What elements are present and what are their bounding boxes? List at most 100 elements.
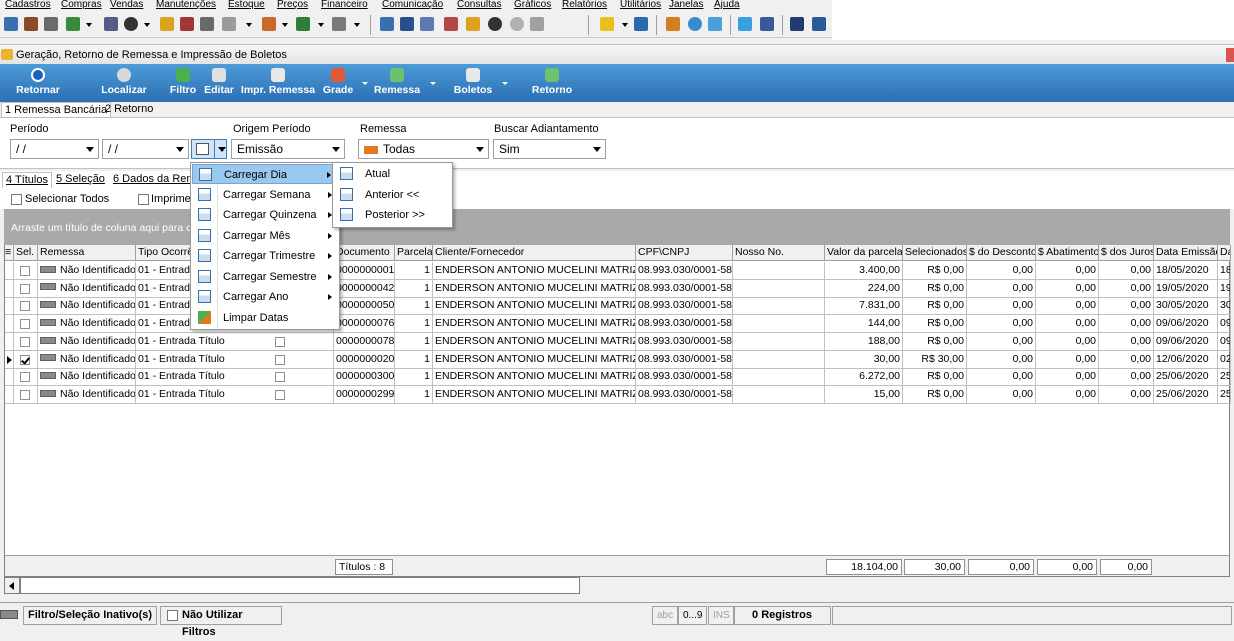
- menu-comunicacao[interactable]: Comunicação: [382, 0, 443, 10]
- row-select-cell[interactable]: [14, 385, 38, 404]
- menu-estoque[interactable]: Estoque: [228, 0, 265, 10]
- cell-remessa[interactable]: Não Identificado: [38, 350, 136, 369]
- cell-tipo[interactable]: 01 - Entrada Título: [136, 368, 334, 387]
- cell-cliente[interactable]: ENDERSON ANTONIO MUCELINI MATRIZ: [433, 385, 636, 404]
- row-select-cell[interactable]: [14, 262, 38, 280]
- cell-cliente[interactable]: ENDERSON ANTONIO MUCELINI MATRIZ: [433, 368, 636, 387]
- chevron-down-icon[interactable]: [86, 147, 94, 152]
- cell-selecionados[interactable]: R$ 0,00: [903, 262, 967, 280]
- row-indicator[interactable]: [5, 315, 14, 334]
- cell-da[interactable]: 19: [1218, 279, 1231, 298]
- cell-emissao[interactable]: 30/05/2020: [1154, 297, 1218, 316]
- menu-compras[interactable]: Compras: [61, 0, 102, 10]
- chevron-down-icon[interactable]: [430, 82, 436, 85]
- shortcut-icon[interactable]: [666, 17, 680, 31]
- cell-cliente[interactable]: ENDERSON ANTONIO MUCELINI MATRIZ: [433, 350, 636, 369]
- cell-juros[interactable]: 0,00: [1099, 315, 1154, 334]
- col-data-emissao[interactable]: Data Emissão: [1154, 245, 1218, 261]
- grade-button[interactable]: Grade: [320, 64, 356, 102]
- cell-emissao[interactable]: 12/06/2020: [1154, 350, 1218, 369]
- cell-abatimento[interactable]: 0,00: [1036, 368, 1099, 387]
- chevron-down-icon[interactable]: [354, 23, 360, 27]
- cell-cliente[interactable]: ENDERSON ANTONIO MUCELINI MATRIZ: [433, 315, 636, 334]
- cell-abatimento[interactable]: 0,00: [1036, 279, 1099, 298]
- monitor-icon[interactable]: [790, 17, 804, 31]
- row-select-cell[interactable]: [14, 332, 38, 351]
- shortcut-icon[interactable]: [124, 17, 138, 31]
- cell-abatimento[interactable]: 0,00: [1036, 332, 1099, 351]
- menu-item-posterior[interactable]: Posterior >>: [334, 205, 451, 225]
- anchor-icon[interactable]: [634, 17, 648, 31]
- cell-juros[interactable]: 0,00: [1099, 279, 1154, 298]
- row-select-cell[interactable]: [14, 350, 38, 369]
- cell-cliente[interactable]: ENDERSON ANTONIO MUCELINI MATRIZ: [433, 332, 636, 351]
- cell-selecionados[interactable]: R$ 0,00: [903, 332, 967, 351]
- cell-remessa[interactable]: Não Identificado: [38, 279, 136, 298]
- cell-emissao[interactable]: 25/06/2020: [1154, 368, 1218, 387]
- menu-item-limpar-datas[interactable]: Limpar Datas: [192, 308, 338, 328]
- adiantamento-select[interactable]: Sim: [493, 139, 606, 159]
- menu-item-carregar-semestre[interactable]: Carregar Semestre: [192, 267, 338, 287]
- cell-da[interactable]: 02: [1218, 350, 1231, 369]
- imprime-row-checkbox[interactable]: [275, 372, 285, 383]
- cell-remessa[interactable]: Não Identificado: [38, 297, 136, 316]
- table-row[interactable]: Não Identificado 01 - Entrada Título 00000…: [5, 368, 1231, 387]
- boletos-button[interactable]: Boletos: [452, 64, 494, 102]
- shortcut-icon[interactable]: [332, 17, 346, 31]
- shortcut-icon[interactable]: [222, 17, 236, 31]
- origem-select[interactable]: Emissão: [231, 139, 345, 159]
- menu-item-carregar-trimestre[interactable]: Carregar Trimestre: [192, 246, 338, 266]
- cell-doc[interactable]: 0000000001: [334, 262, 395, 280]
- col-da[interactable]: Da: [1218, 245, 1231, 261]
- menu-consultas[interactable]: Consultas: [457, 0, 501, 10]
- cell-parcela[interactable]: 1: [395, 297, 433, 316]
- cell-desconto[interactable]: 0,00: [967, 385, 1036, 404]
- cell-nosso[interactable]: [733, 350, 825, 369]
- menu-ajuda[interactable]: Ajuda: [714, 0, 740, 10]
- cell-nosso[interactable]: [733, 315, 825, 334]
- row-indicator[interactable]: [5, 297, 14, 316]
- cell-juros[interactable]: 0,00: [1099, 297, 1154, 316]
- menu-item-carregar-semana[interactable]: Carregar Semana: [192, 185, 338, 205]
- shortcut-icon[interactable]: [160, 17, 174, 31]
- cell-nosso[interactable]: [733, 297, 825, 316]
- cell-desconto[interactable]: 0,00: [967, 279, 1036, 298]
- shortcut-icon[interactable]: [296, 17, 310, 31]
- cell-cnpj[interactable]: 08.993.030/0001-58: [636, 385, 733, 404]
- col-cnpj[interactable]: CPF\CNPJ: [636, 245, 733, 261]
- cell-parcela[interactable]: 1: [395, 332, 433, 351]
- cell-nosso[interactable]: [733, 279, 825, 298]
- cell-abatimento[interactable]: 0,00: [1036, 350, 1099, 369]
- table-row[interactable]: Não Identificado 01 - Entrada Título 00000…: [5, 332, 1231, 351]
- cell-parcela[interactable]: 1: [395, 262, 433, 280]
- cell-desconto[interactable]: 0,00: [967, 315, 1036, 334]
- cell-tipo[interactable]: 01 - Entrada Título: [136, 385, 334, 404]
- cell-remessa[interactable]: Não Identificado: [38, 315, 136, 334]
- shortcut-icon[interactable]: [262, 17, 276, 31]
- cell-juros[interactable]: 0,00: [1099, 385, 1154, 404]
- cell-selecionados[interactable]: R$ 0,00: [903, 297, 967, 316]
- cell-emissao[interactable]: 18/05/2020: [1154, 262, 1218, 280]
- twitter-icon[interactable]: [738, 17, 752, 31]
- shortcut-icon[interactable]: [66, 17, 80, 31]
- shortcut-icon[interactable]: [466, 17, 480, 31]
- cell-da[interactable]: 09: [1218, 332, 1231, 351]
- col-selecionados[interactable]: Selecionados: [903, 245, 967, 261]
- tab-retorno[interactable]: 2 Retorno: [102, 102, 156, 118]
- cell-tipo[interactable]: 01 - Entrada Título: [136, 332, 334, 351]
- col-documento[interactable]: Documento: [334, 245, 395, 261]
- tab-remessa-bancaria[interactable]: 1 Remessa Bancária: [1, 102, 112, 118]
- shortcut-icon[interactable]: [420, 17, 434, 31]
- cell-remessa[interactable]: Não Identificado: [38, 385, 136, 404]
- nao-utilizar-filtros-checkbox[interactable]: [167, 610, 178, 621]
- cell-cnpj[interactable]: 08.993.030/0001-58: [636, 350, 733, 369]
- row-indicator[interactable]: [5, 385, 14, 404]
- shortcut-icon[interactable]: [200, 17, 214, 31]
- cell-emissao[interactable]: 19/05/2020: [1154, 279, 1218, 298]
- table-row[interactable]: Não Identificado 01 - Entrada 0000000076 1 E…: [5, 315, 1231, 334]
- cell-abatimento[interactable]: 0,00: [1036, 315, 1099, 334]
- col-nosso-numero[interactable]: Nosso No.: [733, 245, 825, 261]
- app-icon[interactable]: [4, 17, 18, 31]
- shortcut-icon[interactable]: [510, 17, 524, 31]
- col-sel[interactable]: Sel.: [14, 245, 38, 261]
